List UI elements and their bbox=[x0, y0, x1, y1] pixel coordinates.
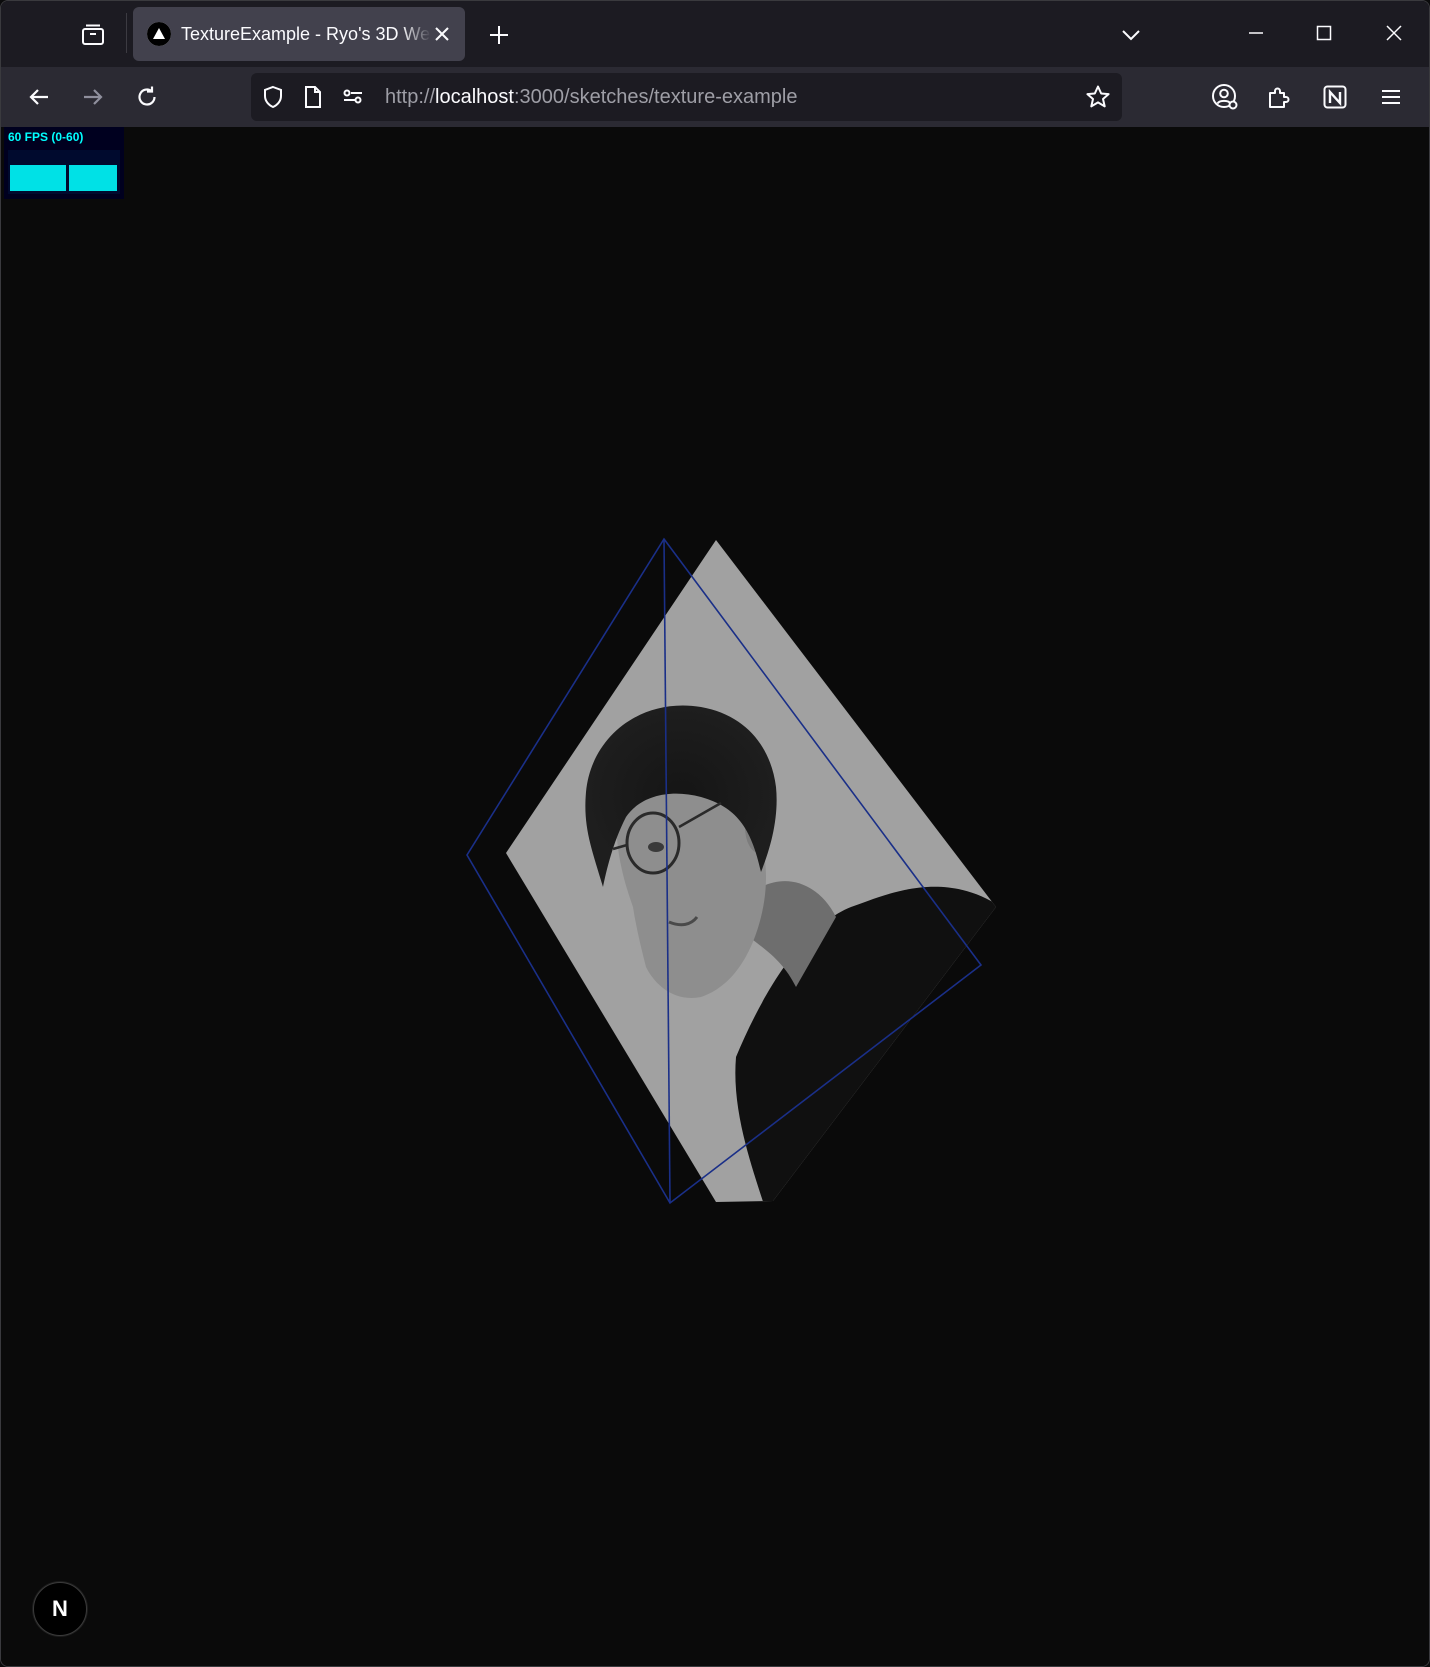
minimize-icon bbox=[1249, 32, 1263, 34]
fps-graph-bar bbox=[10, 165, 66, 191]
url-host: localhost bbox=[435, 86, 514, 108]
account-icon bbox=[1212, 84, 1238, 110]
url-text[interactable]: http://localhost:3000/sketches/texture-e… bbox=[385, 86, 797, 109]
permissions-icon[interactable] bbox=[339, 83, 367, 111]
webgl-canvas[interactable] bbox=[1, 127, 1430, 1667]
tab-overview-icon bbox=[82, 24, 104, 45]
shield-icon[interactable] bbox=[259, 83, 287, 111]
chevron-down-icon bbox=[1122, 30, 1140, 41]
close-tab-button[interactable] bbox=[429, 21, 455, 47]
triangle-logo-icon bbox=[147, 22, 171, 46]
url-bar[interactable]: http://localhost:3000/sketches/texture-e… bbox=[251, 73, 1122, 121]
tab-overview-button[interactable] bbox=[71, 15, 115, 55]
arrow-left-icon bbox=[29, 89, 48, 105]
account-button[interactable] bbox=[1203, 75, 1247, 119]
app-menu-button[interactable] bbox=[1369, 75, 1413, 119]
browser-window: TextureExample - Ryo's 3D Web http://loc… bbox=[0, 0, 1430, 1667]
fps-stats-panel[interactable]: 60 FPS (0-60) bbox=[4, 127, 124, 199]
back-button[interactable] bbox=[17, 75, 61, 119]
tab-active[interactable]: TextureExample - Ryo's 3D Web bbox=[133, 7, 465, 61]
new-tab-button[interactable] bbox=[479, 15, 519, 55]
notion-icon bbox=[1323, 85, 1347, 109]
close-icon bbox=[435, 27, 449, 41]
plus-icon bbox=[490, 26, 508, 44]
notion-extension-button[interactable] bbox=[1313, 75, 1357, 119]
page-content[interactable]: 60 FPS (0-60) N bbox=[1, 127, 1430, 1667]
reload-icon bbox=[138, 86, 156, 106]
tab-title: TextureExample - Ryo's 3D Web bbox=[181, 23, 431, 44]
fps-graph bbox=[8, 150, 120, 194]
fps-graph-bar bbox=[69, 165, 117, 191]
forward-button[interactable] bbox=[71, 75, 115, 119]
close-icon bbox=[1386, 25, 1402, 41]
reload-button[interactable] bbox=[125, 75, 169, 119]
puzzle-icon bbox=[1269, 87, 1290, 108]
list-all-tabs-button[interactable] bbox=[1111, 15, 1151, 55]
minimize-button[interactable] bbox=[1231, 13, 1281, 53]
hamburger-menu-icon bbox=[1382, 90, 1400, 104]
url-path: :3000/sketches/texture-example bbox=[513, 86, 798, 108]
tab-strip-divider bbox=[126, 13, 127, 53]
nextjs-dev-indicator-button[interactable]: N bbox=[33, 1582, 87, 1636]
url-scheme: http:// bbox=[385, 86, 436, 108]
fps-label: 60 FPS (0-60) bbox=[8, 130, 84, 144]
tab-strip: TextureExample - Ryo's 3D Web bbox=[1, 1, 1429, 67]
close-window-button[interactable] bbox=[1369, 13, 1419, 53]
textured-plane bbox=[506, 540, 996, 1202]
extensions-button[interactable] bbox=[1257, 75, 1301, 119]
star-icon bbox=[1086, 85, 1110, 108]
maximize-icon bbox=[1316, 25, 1332, 41]
arrow-right-icon bbox=[84, 89, 103, 105]
bookmark-button[interactable] bbox=[1082, 81, 1114, 113]
maximize-button[interactable] bbox=[1299, 13, 1349, 53]
navigation-bar: http://localhost:3000/sketches/texture-e… bbox=[1, 67, 1429, 127]
nextjs-logo-letter: N bbox=[52, 1596, 68, 1621]
page-icon[interactable] bbox=[299, 83, 327, 111]
